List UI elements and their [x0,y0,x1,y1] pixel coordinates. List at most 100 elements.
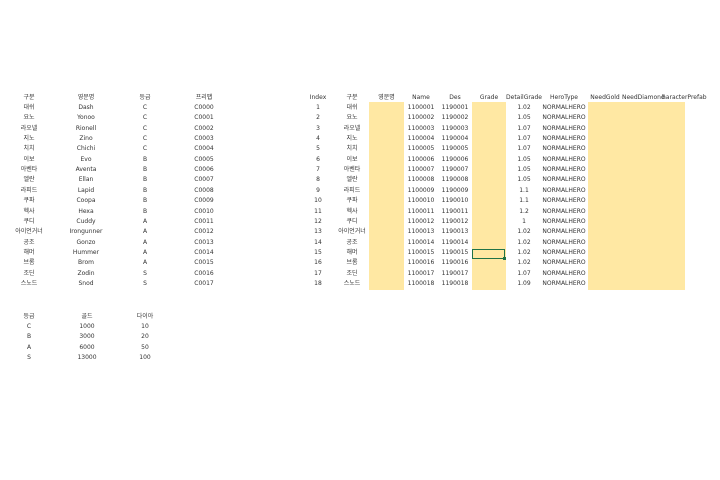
right-table-cell: 쿠파 [346,197,358,205]
left-table-cell: B [142,155,148,163]
right-table-cell: 1190005 [441,145,469,153]
right-table-cell: NORMALHERO [542,145,586,153]
left-table-cell: Evo [80,155,92,163]
left-header-cell: 등급 [139,94,151,101]
right-table-cell: 1190002 [441,114,469,122]
right-table-cell: 1.07 [517,145,531,153]
right-table-cell: 엘란 [346,176,358,184]
right-table-cell: 1190012 [441,217,469,225]
right-table-cell: 1.09 [517,279,531,287]
right-table-cell: NORMALHERO [542,207,586,215]
left-table-cell: 라오넬 [20,124,38,132]
right-header-cell: Index [309,94,327,101]
left-table-cell: C0000 [194,104,214,111]
left-table-cell: 공조 [23,238,35,246]
right-table-cell: 1.02 [517,248,531,256]
right-table-cell: 1.07 [517,135,531,143]
right-table-cell: 1190001 [441,104,469,111]
left-table-cell: C0003 [194,135,214,143]
left-table-cell: B [142,186,148,194]
left-table-cell: Zodin [77,269,95,277]
left-table-cell: Snod [78,279,94,287]
right-table-cell: 1.05 [517,114,531,122]
left-table-cell: 헥사 [23,207,35,215]
right-table-cell: NORMALHERO [542,217,586,225]
left-table-cell: Ellan [78,176,94,184]
right-table-cell: 아벤타 [343,166,361,174]
left-table-cell: 쿠디 [23,217,35,225]
right-table-cell: 1190013 [441,228,469,236]
right-table-cell: 18 [314,279,322,287]
right-table-cell: 라피드 [343,186,361,194]
left-table-cell: C [142,124,148,132]
left-table-cell: C0008 [194,186,214,194]
left-table-cell: C0009 [194,197,214,205]
right-table-cell: 헥사 [346,207,358,215]
price-table-cell: 13000 [77,353,97,361]
price-table-cell: S [27,353,31,361]
right-header-cell: HeroType [550,94,578,101]
right-table-cell: 1100008 [407,176,435,184]
right-table-cell: 대쉬 [346,104,358,111]
right-header-cell: 영문명 [378,94,395,101]
right-table-cell: 1.2 [519,207,529,215]
left-table-cell: 요노 [23,114,35,122]
left-table-cell: 아벤타 [20,166,38,174]
left-header-cell: 영문명 [77,94,95,101]
right-table-cell: 1.02 [517,259,531,267]
left-table-cell: 이보 [23,155,35,163]
right-table-cell: 1.02 [517,104,531,111]
right-table-cell: 4 [316,135,320,143]
left-table-cell: 쿠파 [23,197,35,205]
left-table-cell: C0005 [194,155,214,163]
fill-handle[interactable] [503,257,506,260]
right-table-cell: 1.05 [517,176,531,184]
left-table-cell: 브롬 [23,259,35,267]
price-table-cell: 50 [141,343,149,351]
left-table-cell: Hexa [78,207,94,215]
right-table-cell: 1100018 [407,279,435,287]
left-table-cell: 지노 [23,135,35,143]
right-table-cell: 1190008 [441,176,469,184]
left-table-cell: Cuddy [76,217,96,225]
right-table-cell: NORMALHERO [542,186,586,194]
right-table-cell: 1100003 [407,124,435,132]
right-table-cell: 1.05 [517,155,531,163]
left-table-cell: 라피드 [20,186,38,194]
right-table-cell: NORMALHERO [542,197,586,205]
left-table-cell: C0006 [194,166,214,174]
right-table-cell: 16 [314,259,322,267]
left-header-cell: 프리팹 [195,94,213,101]
right-table-cell: NORMALHERO [542,259,586,267]
right-header-cell: Grade [479,94,499,101]
left-table-cell: Chichi [76,145,96,153]
right-table-cell: 1100015 [407,248,435,256]
right-table-cell: NORMALHERO [542,176,586,184]
right-table-cell: 1190006 [441,155,469,163]
price-header-cell: 다이아 [136,313,154,320]
price-table-cell: 6000 [79,343,95,351]
left-table-cell: C [142,135,148,143]
right-table-cell: 9 [316,186,320,194]
right-table-cell: 1100005 [407,145,435,153]
right-table-cell: 3 [316,124,320,132]
left-table-cell: C0016 [194,269,214,277]
right-table-cell: 요노 [346,114,358,122]
left-table-cell: C0004 [194,145,214,153]
right-table-cell: 1.1 [519,186,529,194]
left-table-cell: Hummer [72,248,100,256]
right-table-cell: 2 [316,114,320,122]
left-table-cell: C0017 [194,279,214,287]
right-table-cell: 라오넬 [343,124,361,132]
selected-cell[interactable] [472,249,505,259]
right-table-cell: 1 [522,217,526,225]
right-table-cell: 17 [314,269,322,277]
left-table-cell: B [142,166,148,174]
left-table-cell: A [142,238,148,246]
right-header-cell: haracterPrefab [662,94,707,101]
right-table-cell: 스노드 [343,279,361,287]
right-table-cell: 공조 [346,238,358,246]
left-table-cell: Brom [78,259,94,267]
grade-column-highlight [472,102,506,290]
right-header-cell: NeedDiamond [622,94,665,101]
